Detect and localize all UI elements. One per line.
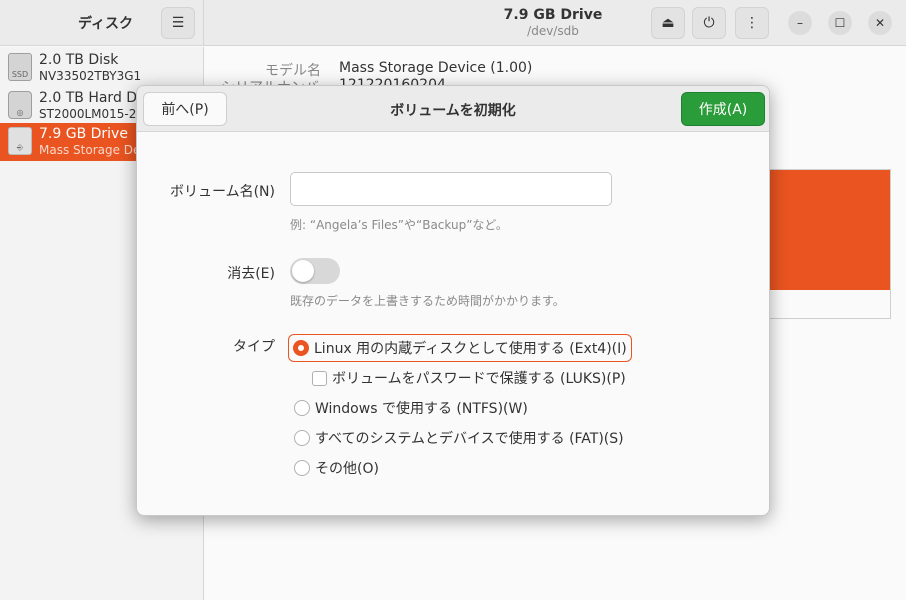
window-title: 7.9 GB Drive /dev/sdb [428, 7, 678, 38]
app-title: ディスク [78, 16, 134, 32]
volume-name-input[interactable] [290, 172, 612, 206]
usb-drive-icon: ⎆ [8, 127, 32, 155]
dialog-title: ボリュームを初期化 [390, 103, 516, 119]
minimize-icon: – [797, 16, 803, 30]
type-option-other[interactable]: その他(O) [294, 458, 379, 478]
maximize-icon: ☐ [834, 16, 846, 30]
create-button[interactable]: 作成(A) [681, 92, 765, 126]
menu-button[interactable]: ☰ [161, 7, 195, 39]
eject-button[interactable]: ⏏ [651, 7, 685, 39]
option-label: ボリュームをパスワードで保護する (LUKS)(P) [332, 371, 626, 387]
checkbox-icon [312, 370, 327, 386]
drive-title: 7.9 GB Drive [503, 7, 603, 23]
dialog-header: 前へ(P) ボリュームを初期化 作成(A) [137, 86, 769, 132]
toggle-knob [292, 260, 314, 282]
disk-name: 2.0 TB Disk [39, 52, 119, 68]
header-bar: ディスク ☰ 7.9 GB Drive /dev/sdb ⏏ ⏻ ⋮ – ☐ ✕ [0, 0, 906, 46]
power-icon: ⏻ [703, 15, 715, 31]
minimize-button[interactable]: – [788, 11, 812, 35]
close-icon: ✕ [874, 16, 886, 30]
volume-name-label: ボリューム名(N) [170, 184, 275, 200]
erase-hint: 既存のデータを上書きするため時間がかかります。 [290, 294, 565, 308]
disk-serial: NV33502TBY3G1 [39, 69, 142, 83]
maximize-button[interactable]: ☐ [828, 11, 852, 35]
hamburger-icon: ☰ [171, 15, 185, 31]
erase-label: 消去(E) [227, 266, 275, 282]
option-label: Linux 用の内蔵ディスクとして使用する (Ext4)(I) [314, 341, 627, 357]
erase-toggle[interactable] [290, 258, 340, 284]
ssd-icon: SSD [8, 53, 32, 81]
drive-menu-button[interactable]: ⋮ [735, 7, 769, 39]
volume-name-hint: 例: “Angela’s Files”や“Backup”など。 [290, 218, 508, 232]
type-option-ntfs[interactable]: Windows で使用する (NTFS)(W) [294, 398, 528, 418]
option-label: その他(O) [315, 461, 379, 477]
volume-map[interactable] [769, 169, 891, 319]
option-label: すべてのシステムとデバイスで使用する (FAT)(S) [315, 431, 624, 447]
radio-icon [294, 400, 310, 416]
type-option-fat[interactable]: すべてのシステムとデバイスで使用する (FAT)(S) [294, 428, 624, 448]
type-option-ext4[interactable]: Linux 用の内蔵ディスクとして使用する (Ext4)(I) [288, 334, 632, 362]
format-volume-dialog: 前へ(P) ボリュームを初期化 作成(A) ボリューム名(N) 例: “Ange… [136, 85, 770, 516]
radio-icon [294, 460, 310, 476]
type-label: タイプ [233, 339, 275, 355]
option-label: Windows で使用する (NTFS)(W) [315, 401, 528, 417]
radio-selected-icon [293, 340, 309, 356]
disk-name: 7.9 GB Drive [39, 126, 128, 142]
power-off-button[interactable]: ⏻ [692, 7, 726, 39]
volume-partition[interactable] [769, 170, 890, 290]
password-protect-checkbox[interactable]: ボリュームをパスワードで保護する (LUKS)(P) [312, 368, 626, 388]
drive-path: /dev/sdb [527, 24, 579, 38]
hard-disk-icon: ◎ [8, 91, 32, 119]
radio-icon [294, 430, 310, 446]
more-vertical-icon: ⋮ [745, 15, 759, 31]
close-window-button[interactable]: ✕ [868, 11, 892, 35]
sidebar-item-ssd[interactable]: SSD 2.0 TB Disk NV33502TBY3G1 [0, 49, 203, 87]
model-value: Mass Storage Device (1.00) [339, 60, 533, 76]
eject-icon: ⏏ [661, 15, 675, 31]
sidebar-header: ディスク ☰ [0, 0, 204, 46]
